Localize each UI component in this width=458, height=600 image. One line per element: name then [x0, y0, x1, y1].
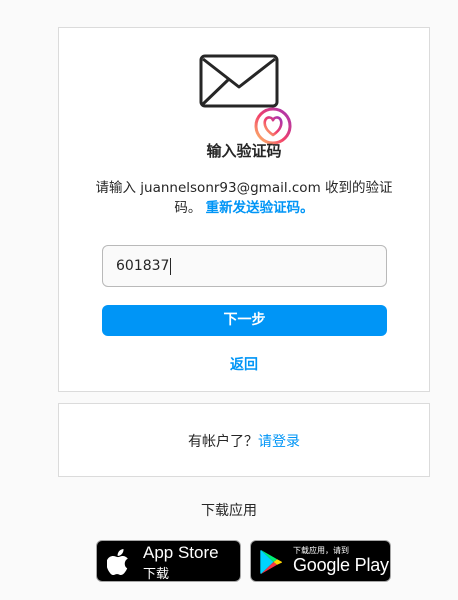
apple-icon	[106, 548, 131, 576]
envelope-with-heart-icon	[198, 52, 293, 146]
login-prompt-text: 有帐户了？	[188, 434, 258, 450]
page-title: 输入验证码	[206, 142, 282, 160]
back-link[interactable]: 返回	[59, 354, 429, 374]
google-play-badge[interactable]: 下载应用，请到 Google Play	[250, 540, 391, 582]
instruction-text: 请输入 juannelsonr93@gmail.com 收到的验证码。 重新发送…	[89, 178, 399, 218]
app-store-title: App Store	[143, 543, 219, 562]
verification-code-value: 601837	[116, 258, 170, 274]
text-caret	[170, 257, 172, 275]
get-app-label: 下载应用	[201, 503, 257, 519]
resend-code-link[interactable]: 重新发送验证码。	[206, 200, 314, 216]
login-card: 有帐户了？请登录	[58, 403, 430, 477]
google-play-icon	[260, 549, 283, 575]
app-store-badge[interactable]: App Store 下载	[96, 540, 241, 582]
app-store-subtitle: 下载	[143, 566, 170, 581]
next-button[interactable]: 下一步	[102, 305, 387, 336]
verification-card: 输入验证码 请输入 juannelsonr93@gmail.com 收到的验证码…	[58, 27, 430, 392]
google-play-title: Google Play	[293, 555, 389, 575]
login-prompt: 有帐户了？请登录	[59, 431, 429, 451]
verification-code-input[interactable]: 601837	[102, 245, 387, 287]
login-link[interactable]: 请登录	[258, 434, 300, 450]
